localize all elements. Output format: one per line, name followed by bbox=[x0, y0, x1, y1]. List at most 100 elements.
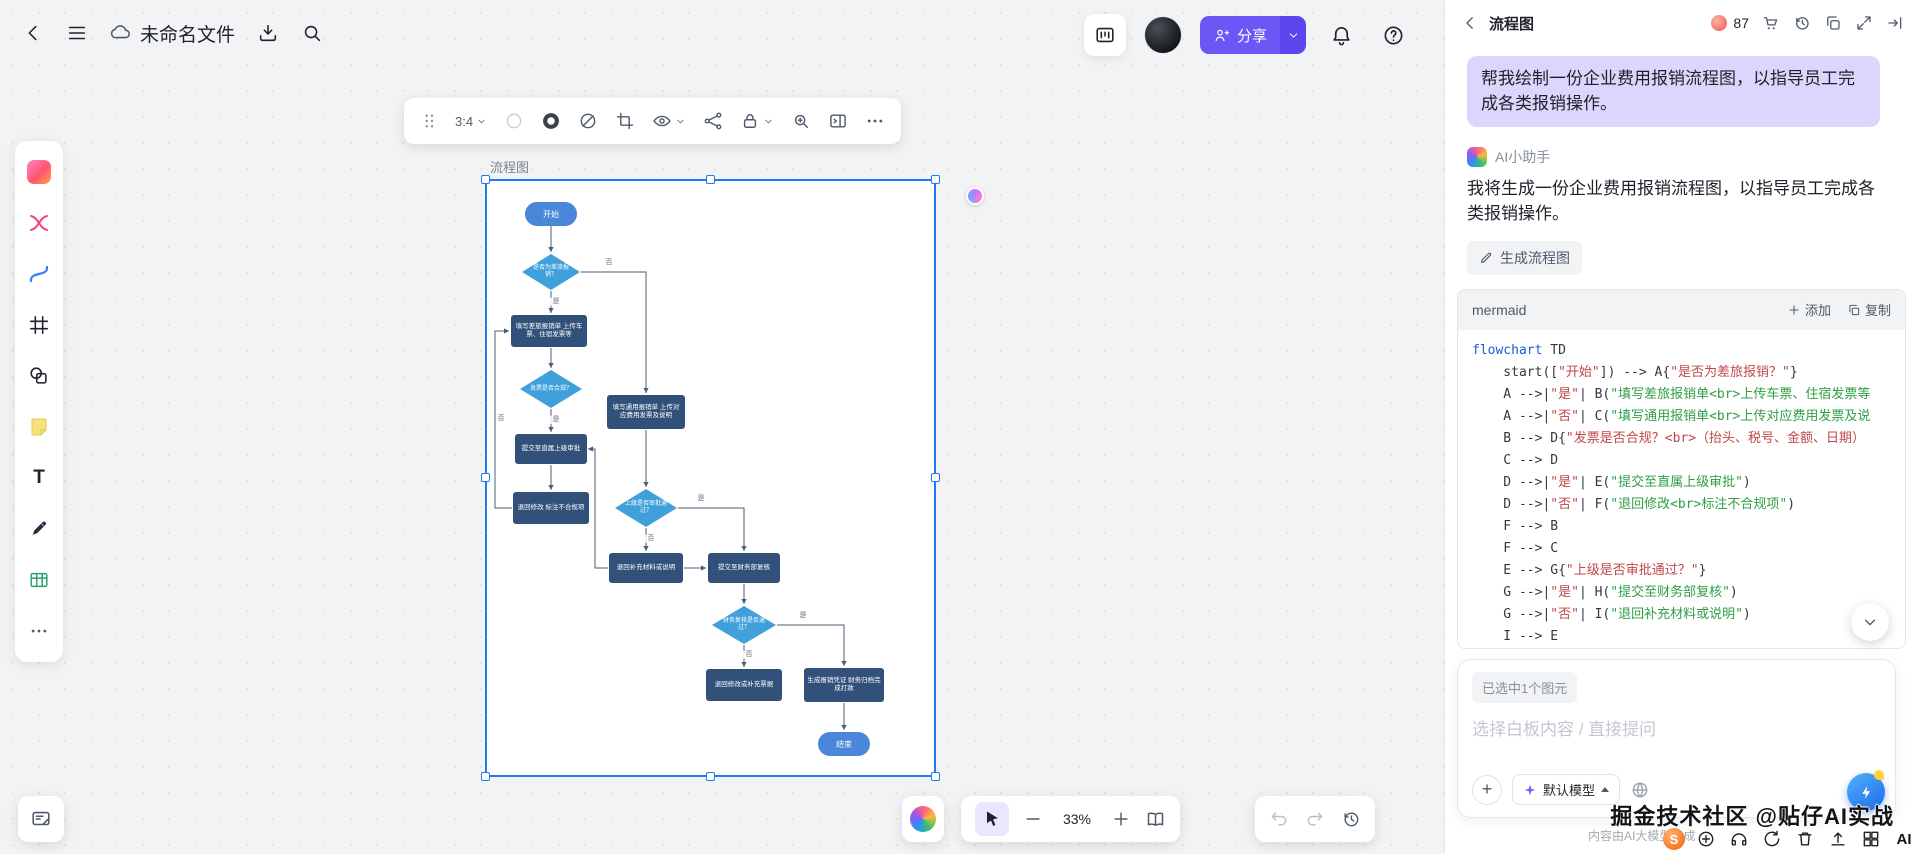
search-button[interactable] bbox=[295, 16, 329, 50]
no-fill-button[interactable] bbox=[574, 107, 602, 135]
flow-node-H[interactable]: 提交至财务部复核 bbox=[708, 553, 780, 583]
globe-icon[interactable] bbox=[1630, 780, 1650, 800]
crop-button[interactable] bbox=[611, 107, 639, 135]
flow-node-B[interactable]: 填写差旅报销单 上传车票、住宿发票等 bbox=[511, 315, 587, 347]
tray-grid-icon[interactable] bbox=[1859, 827, 1883, 851]
prompt-input[interactable]: 选择白板内容 / 直接提问 bbox=[1472, 715, 1881, 740]
book-icon bbox=[1147, 811, 1164, 826]
zoom-in-button[interactable] bbox=[1111, 809, 1131, 829]
flow-node-D[interactable]: 发票是否合规？ bbox=[520, 370, 582, 408]
download-button[interactable] bbox=[251, 16, 285, 50]
present-button[interactable] bbox=[1084, 14, 1126, 56]
selection-handle[interactable] bbox=[931, 473, 940, 482]
menu-button[interactable] bbox=[60, 16, 94, 50]
back-button[interactable] bbox=[16, 16, 50, 50]
flow-node-E[interactable]: 提交至直属上级审批 bbox=[515, 434, 587, 464]
flow-node-K[interactable]: 退回修改或补充票据 bbox=[706, 669, 782, 701]
copy-code-button[interactable]: 复制 bbox=[1847, 300, 1891, 319]
pen-tool[interactable] bbox=[22, 512, 56, 546]
flow-node-I[interactable]: 退回补充材料或说明 bbox=[609, 553, 683, 583]
feedback-button[interactable] bbox=[18, 796, 64, 842]
pages-button[interactable] bbox=[1145, 809, 1166, 830]
open-panel-button[interactable] bbox=[824, 107, 852, 135]
selection-handle[interactable] bbox=[481, 473, 490, 482]
select-tool-button[interactable] bbox=[975, 802, 1009, 836]
tray-app-icon[interactable]: S bbox=[1663, 828, 1685, 850]
zoom-out-button[interactable] bbox=[1023, 809, 1043, 829]
mindmap-tool[interactable] bbox=[22, 206, 56, 240]
flow-node-C[interactable]: 填写通用报销单 上传对应费用发票及说明 bbox=[607, 395, 685, 429]
lock-dropdown[interactable] bbox=[736, 107, 778, 135]
version-history-button[interactable] bbox=[1341, 809, 1361, 829]
chat-history-icon[interactable] bbox=[1793, 14, 1811, 32]
flow-edge-label: 否 bbox=[495, 414, 507, 424]
flow-node-start[interactable]: 开始 bbox=[525, 202, 577, 226]
scroll-to-bottom-button[interactable] bbox=[1851, 603, 1889, 641]
share-caret[interactable] bbox=[1280, 16, 1307, 54]
text-tool[interactable]: T bbox=[22, 461, 56, 495]
selection-handle[interactable] bbox=[705, 175, 715, 184]
caret-up-icon bbox=[1601, 787, 1610, 792]
help-button[interactable] bbox=[1376, 18, 1410, 52]
code-body[interactable]: flowchart TD start(["开始"]) --> A{"是否为差旅报… bbox=[1458, 330, 1905, 648]
redo-button[interactable] bbox=[1305, 809, 1325, 829]
zoom-level[interactable]: 33% bbox=[1057, 811, 1097, 827]
cart-icon[interactable] bbox=[1762, 14, 1780, 32]
sticky-note-tool[interactable] bbox=[22, 410, 56, 444]
selection-handle[interactable] bbox=[705, 772, 715, 781]
attach-button[interactable]: + bbox=[1472, 774, 1502, 805]
selection-handle[interactable] bbox=[481, 772, 490, 781]
flow-node-A[interactable]: 是否为差旅报销？ bbox=[522, 254, 580, 290]
file-name[interactable]: 未命名文件 bbox=[140, 20, 235, 47]
tray-ai-icon[interactable]: AI bbox=[1892, 827, 1916, 851]
zoom-to-selection-button[interactable] bbox=[787, 107, 815, 135]
table-tool[interactable] bbox=[22, 563, 56, 597]
sparkle-icon bbox=[1524, 784, 1536, 795]
flow-node-L[interactable]: 生成报销凭证 财务归档完成打款 bbox=[804, 668, 884, 702]
collapse-panel-icon[interactable] bbox=[1886, 14, 1904, 32]
copy-icon[interactable] bbox=[1824, 14, 1842, 32]
flow-node-F[interactable]: 退回修改 标注不合规项 bbox=[513, 492, 589, 524]
flowchart-frame[interactable]: 开始是否为差旅报销？ 填写差旅报销单 上传车票、住宿发票等发票是否合规？ 提交至直属… bbox=[481, 175, 940, 781]
ratio-dropdown[interactable]: 3:4 bbox=[451, 110, 491, 133]
flow-edge-label: 否 bbox=[603, 258, 615, 268]
fill-color-swatch[interactable] bbox=[500, 107, 528, 135]
frame-tool[interactable] bbox=[22, 308, 56, 342]
flow-node-G[interactable]: 上级是否审批通过？ bbox=[615, 489, 677, 527]
shapes-tool[interactable] bbox=[22, 359, 56, 393]
connector-line-tool[interactable] bbox=[22, 257, 56, 291]
tray-trash-icon[interactable] bbox=[1793, 827, 1817, 851]
model-selector[interactable]: 默认模型 bbox=[1512, 774, 1621, 805]
add-to-board-button[interactable]: 添加 bbox=[1787, 300, 1831, 319]
ai-input-card[interactable]: 已选中1个图元 选择白板内容 / 直接提问 + 默认模型 bbox=[1457, 659, 1896, 818]
drag-handle[interactable] bbox=[416, 108, 442, 134]
templates-tool[interactable] bbox=[22, 155, 56, 189]
selection-handle[interactable] bbox=[931, 175, 940, 184]
tray-plus-icon[interactable] bbox=[1694, 827, 1718, 851]
visibility-dropdown[interactable] bbox=[648, 107, 690, 135]
tray-headset-icon[interactable] bbox=[1727, 827, 1751, 851]
undo-button[interactable] bbox=[1269, 809, 1289, 829]
chevron-down-icon bbox=[1864, 619, 1876, 626]
more-button[interactable] bbox=[861, 107, 889, 135]
board-icon bbox=[1096, 27, 1114, 43]
user-avatar[interactable] bbox=[1144, 16, 1182, 54]
flow-node-end[interactable]: 结束 bbox=[818, 732, 870, 756]
more-tools[interactable] bbox=[22, 614, 56, 648]
chevron-left-icon[interactable] bbox=[1461, 14, 1479, 32]
selection-handle[interactable] bbox=[931, 772, 940, 781]
selection-chip[interactable]: 已选中1个图元 bbox=[1472, 672, 1578, 703]
selection-handle[interactable] bbox=[481, 175, 490, 184]
tray-refresh-icon[interactable] bbox=[1760, 827, 1784, 851]
generate-flowchart-chip[interactable]: 生成流程图 bbox=[1467, 240, 1582, 275]
stroke-color-swatch[interactable] bbox=[537, 107, 565, 135]
notifications-button[interactable] bbox=[1324, 18, 1358, 52]
frame-title[interactable]: 流程图 bbox=[490, 157, 529, 176]
flow-node-J[interactable]: 财务复核是否通过？ bbox=[712, 606, 776, 644]
expand-icon[interactable] bbox=[1855, 14, 1873, 32]
share-main[interactable]: 分享 bbox=[1200, 16, 1281, 54]
connector-button[interactable] bbox=[699, 107, 727, 135]
share-button[interactable]: 分享 bbox=[1200, 16, 1307, 54]
slash-circle-icon bbox=[580, 113, 596, 129]
tray-upload-icon[interactable] bbox=[1826, 827, 1850, 851]
